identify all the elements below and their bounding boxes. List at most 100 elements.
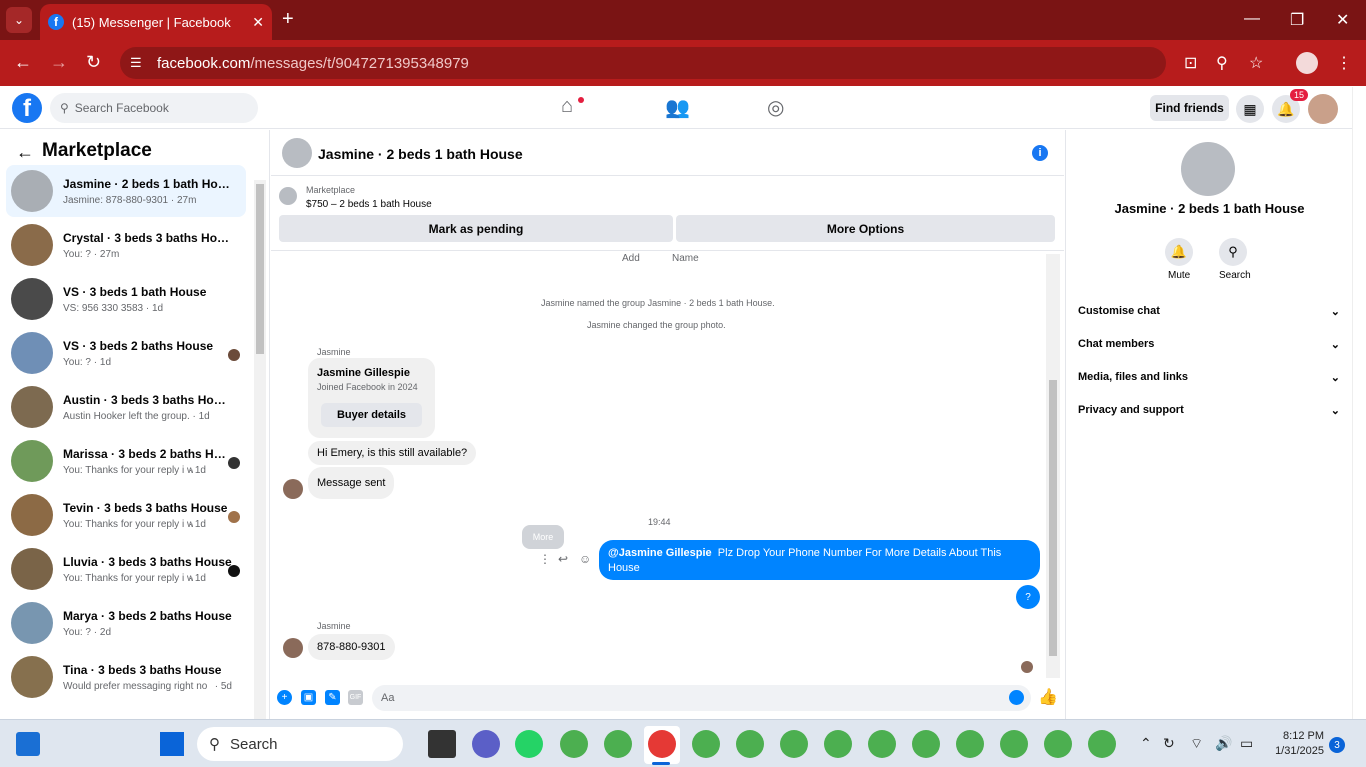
browser-menu-icon[interactable]: ⋮	[1336, 53, 1352, 73]
sidebar-scrollbar[interactable]	[254, 180, 266, 719]
chrome-icon[interactable]	[604, 730, 632, 758]
conversation-item[interactable]: VS · 3 beds 2 baths House You: ? · 1d	[6, 327, 246, 379]
chat-members-row[interactable]: Chat members ⌄	[1078, 338, 1340, 351]
plus-icon[interactable]: +	[277, 690, 292, 705]
back-icon[interactable]: ←	[14, 52, 32, 73]
menu-grid-icon[interactable]: ▦	[1236, 95, 1264, 123]
emoji-icon[interactable]	[1009, 690, 1024, 705]
media-files-links-row[interactable]: Media, files and links ⌄	[1078, 371, 1340, 384]
taskbar-search[interactable]: ⚲ Search	[197, 727, 403, 761]
chat-details-panel: Jasmine · 2 beds 1 bath House 🔔 Mute ⚲ S…	[1065, 130, 1352, 719]
listing-thumbnail	[11, 386, 53, 428]
close-tab-icon[interactable]: ✕	[252, 14, 264, 31]
teams-icon[interactable]	[472, 730, 500, 758]
conversation-item[interactable]: Tevin · 3 beds 3 baths House You: Thanks…	[6, 489, 246, 541]
listing-thumbnail	[11, 332, 53, 374]
url-field[interactable]: ☰ facebook.com/messages/t/90472713953489…	[120, 47, 1166, 79]
close-window-icon[interactable]: ✕	[1336, 10, 1349, 30]
chrome-icon[interactable]	[692, 730, 720, 758]
groups-icon[interactable]: ◎	[767, 95, 784, 120]
back-arrow-icon[interactable]: ←	[16, 142, 34, 163]
account-avatar[interactable]	[1308, 94, 1338, 124]
conversation-item[interactable]: Tina · 3 beds 3 baths House Would prefer…	[6, 651, 246, 703]
buyer-details-button[interactable]: Buyer details	[321, 403, 422, 427]
chrome-icon[interactable]	[1044, 730, 1072, 758]
info-icon[interactable]: i	[1032, 145, 1048, 161]
add-action[interactable]: Add	[622, 253, 640, 264]
volume-icon[interactable]: 🔊	[1215, 735, 1232, 752]
home-notification-dot	[578, 97, 584, 103]
facebook-search-input[interactable]: ⚲ Search Facebook	[50, 93, 258, 123]
browser-profile-icon[interactable]	[1296, 52, 1318, 74]
chat-thumbnail[interactable]	[282, 138, 312, 168]
chrome-icon[interactable]	[560, 730, 588, 758]
sticker-icon[interactable]: ✎	[325, 690, 340, 705]
chrome-icon[interactable]	[1000, 730, 1028, 758]
restore-icon[interactable]: ❐	[1290, 10, 1304, 30]
mention[interactable]: @Jasmine Gillespie	[608, 547, 712, 559]
tab-search-icon[interactable]: ⌄	[6, 7, 32, 33]
chrome-icon[interactable]	[868, 730, 896, 758]
site-info-icon[interactable]: ☰	[130, 55, 142, 71]
bookmark-star-icon[interactable]: ☆	[1249, 53, 1263, 73]
name-action[interactable]: Name	[672, 253, 699, 264]
find-friends-button[interactable]: Find friends	[1150, 95, 1229, 121]
page-scrollbar[interactable]	[1352, 87, 1366, 719]
customise-chat-row[interactable]: Customise chat ⌄	[1078, 305, 1340, 318]
chrome-icon[interactable]	[824, 730, 852, 758]
url-path: /messages/t/9047271395348979	[250, 54, 469, 72]
friends-icon[interactable]: 👥	[665, 95, 690, 120]
tab-messenger[interactable]: f (15) Messenger | Facebook ✕	[40, 4, 272, 40]
conversation-item[interactable]: Lluvia · 3 beds 3 baths House You: Thank…	[6, 543, 246, 595]
mute-bell-icon[interactable]: 🔔	[1165, 238, 1193, 266]
wifi-icon[interactable]: ⌔	[1190, 735, 1203, 753]
conversation-item[interactable]: Marya · 3 beds 2 baths House You: ? · 2d	[6, 597, 246, 649]
photo-icon[interactable]: ▣	[301, 690, 316, 705]
react-icon[interactable]: ☺	[579, 552, 591, 566]
chevron-up-icon[interactable]: ⌃	[1140, 735, 1152, 752]
battery-icon[interactable]: ▭	[1240, 735, 1253, 752]
zoom-icon[interactable]: ⚲	[1216, 53, 1228, 73]
minimize-icon[interactable]: —	[1244, 10, 1260, 28]
chrome-icon[interactable]	[1088, 730, 1116, 758]
sync-icon[interactable]: ↻	[1163, 735, 1175, 752]
sender-avatar[interactable]	[283, 638, 303, 658]
reply-icon[interactable]: ↩	[558, 552, 568, 566]
clock-date: 1/31/2025	[1275, 745, 1324, 757]
conversation-item[interactable]: Austin · 3 beds 3 baths House Austin Hoo…	[6, 381, 246, 433]
mark-as-pending-button[interactable]: Mark as pending	[279, 215, 673, 242]
chrome-icon[interactable]	[736, 730, 764, 758]
chrome-icon[interactable]	[912, 730, 940, 758]
facebook-logo-icon[interactable]: f	[12, 93, 42, 123]
chat-scrollbar[interactable]	[1046, 254, 1060, 678]
conversation-name: Austin · 3 beds 3 baths House	[63, 393, 233, 407]
clock[interactable]: 8:12 PM 1/31/2025	[1268, 729, 1324, 759]
whatsapp-icon[interactable]	[515, 730, 543, 758]
chrome-icon[interactable]	[648, 730, 676, 758]
like-icon[interactable]: 👍	[1038, 687, 1058, 707]
conversation-item[interactable]: Marissa · 3 beds 2 baths Hou... You: Tha…	[6, 435, 246, 487]
forward-icon[interactable]: →	[50, 52, 68, 73]
search-icon[interactable]: ⚲	[1219, 238, 1247, 266]
conversation-item[interactable]: Crystal · 3 beds 3 baths House You: ? · …	[6, 219, 246, 271]
task-view-icon[interactable]	[428, 730, 456, 758]
new-tab-icon[interactable]: +	[282, 8, 294, 31]
reload-icon[interactable]: ↻	[86, 52, 101, 73]
sender-avatar[interactable]	[283, 479, 303, 499]
chrome-icon[interactable]	[780, 730, 808, 758]
notification-count-badge[interactable]: 3	[1329, 737, 1345, 753]
gif-icon[interactable]: GIF	[348, 690, 363, 705]
install-app-icon[interactable]: ⊡	[1184, 53, 1197, 73]
widgets-icon[interactable]	[16, 732, 40, 756]
home-icon[interactable]: ⌂	[561, 95, 573, 118]
chat-title[interactable]: Jasmine · 2 beds 1 bath House	[318, 146, 523, 162]
more-icon[interactable]: ⋮	[539, 552, 551, 566]
conversation-item[interactable]: VS · 3 beds 1 bath House VS: 956 330 358…	[6, 273, 246, 325]
more-options-button[interactable]: More Options	[676, 215, 1055, 242]
conversation-item[interactable]: Jasmine · 2 beds 1 bath House Jasmine: 8…	[6, 165, 246, 217]
start-icon[interactable]	[160, 732, 184, 756]
privacy-support-row[interactable]: Privacy and support ⌄	[1078, 404, 1340, 417]
chrome-icon[interactable]	[956, 730, 984, 758]
outgoing-message: @Jasmine Gillespie Plz Drop Your Phone N…	[599, 540, 1040, 580]
message-input[interactable]: Aa	[372, 685, 1031, 711]
